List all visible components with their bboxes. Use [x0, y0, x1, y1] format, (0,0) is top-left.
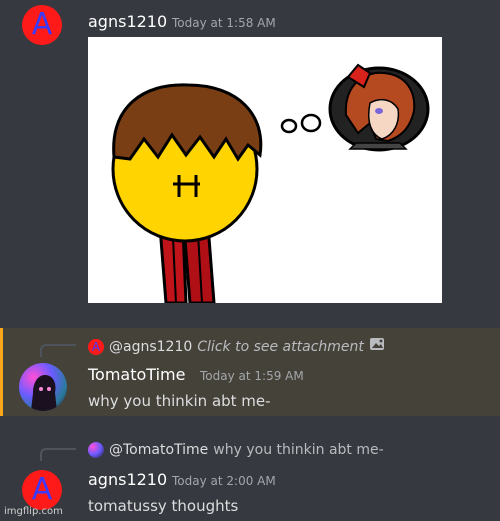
timestamp: Today at 1:59 AM	[200, 369, 304, 383]
watermark: imgflip.com	[4, 506, 63, 517]
reply-connector	[40, 344, 76, 357]
message-content: why you thinkin abt me-	[88, 392, 271, 410]
message-2: A @agns1210 Click to see attachment Toma…	[0, 328, 500, 416]
image-attachment[interactable]	[88, 37, 442, 305]
drawing	[111, 63, 430, 305]
reply-connector	[40, 448, 76, 461]
username[interactable]: TomatoTime	[88, 365, 185, 385]
timestamp: Today at 2:00 AM	[172, 474, 276, 488]
image-icon	[369, 335, 387, 358]
reply-preview[interactable]: @TomatoTime why you thinkin abt me-	[88, 441, 384, 459]
avatar[interactable]: A	[22, 5, 62, 45]
reply-text[interactable]: Click to see attachment	[197, 338, 364, 356]
timestamp: Today at 1:58 AM	[172, 16, 276, 30]
message-1: A agns1210 Today at 1:58 AM	[0, 0, 500, 320]
reply-username[interactable]: @TomatoTime	[109, 441, 208, 459]
reply-text[interactable]: why you thinkin abt me-	[213, 441, 383, 459]
username[interactable]: agns1210	[88, 470, 167, 490]
message-content: tomatussy thoughts	[88, 497, 239, 515]
reply-username[interactable]: @agns1210	[109, 338, 192, 356]
username[interactable]: agns1210	[88, 12, 167, 32]
avatar[interactable]	[19, 363, 67, 411]
avatar[interactable]: A	[22, 470, 62, 510]
reply-avatar	[88, 442, 104, 458]
reply-avatar: A	[88, 338, 104, 355]
message-3: @TomatoTime why you thinkin abt me- A ag…	[0, 432, 500, 521]
reply-preview[interactable]: A @agns1210 Click to see attachment	[88, 335, 387, 358]
